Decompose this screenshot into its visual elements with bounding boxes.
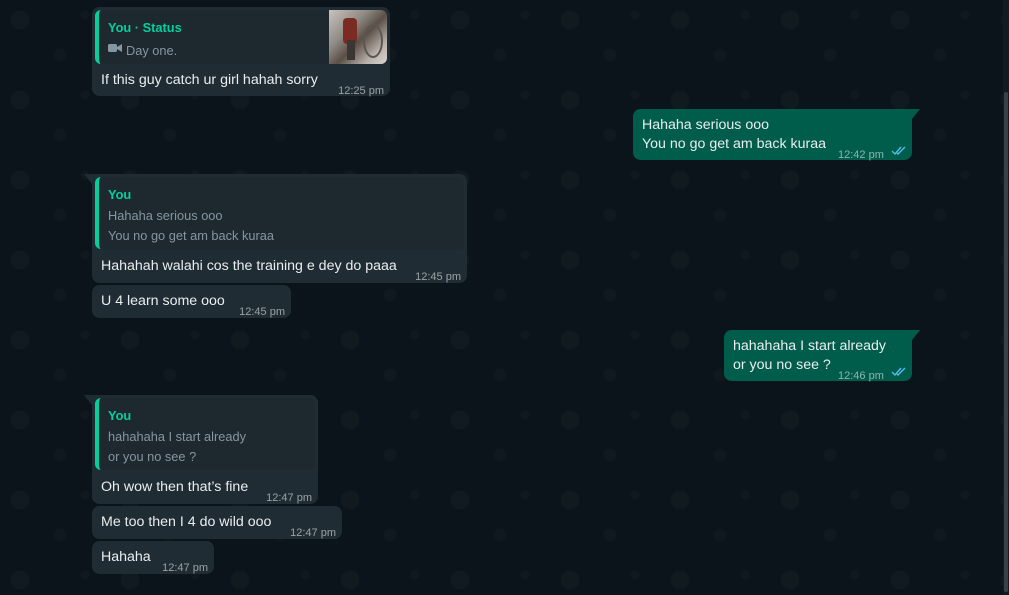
message-text: Oh wow then that’s fine — [101, 479, 249, 495]
quoted-text-line: hahahaha I start already — [108, 429, 247, 444]
quoted-text-line: or you no see ? — [108, 449, 197, 464]
quoted-message-preview[interactable]: You hahahaha I start already or you no s… — [95, 398, 315, 470]
message-text-line: or you no see ? — [733, 357, 831, 373]
message-text-line: hahahaha I start already — [733, 338, 887, 354]
message-text: Hahaha — [101, 549, 151, 565]
chat-conversation-panel: You · Status Day one. If this guy catch … — [0, 0, 1009, 595]
message-text: If this guy catch ur girl hahah sorry — [101, 72, 318, 88]
message-bubble-incoming[interactable]: U 4 learn some ooo 12:45 pm — [92, 285, 291, 318]
quoted-message-preview[interactable]: You Hahaha serious ooo You no go get am … — [95, 177, 464, 249]
message-text-line: You no go get am back kuraa — [642, 136, 827, 152]
message-time: 12:47 pm — [162, 562, 208, 574]
message-bubble-incoming[interactable]: Hahaha 12:47 pm — [92, 541, 214, 574]
message-time: 12:45 pm — [239, 306, 285, 318]
message-time: 12:47 pm — [290, 527, 336, 539]
message-time: 12:46 pm — [838, 370, 884, 382]
quoted-text-line: You no go get am back kuraa — [108, 228, 275, 243]
quoted-author: You — [108, 187, 132, 202]
status-thumbnail-image — [329, 10, 387, 64]
message-text: Me too then I 4 do wild ooo — [101, 514, 272, 530]
message-time: 12:45 pm — [415, 271, 461, 283]
message-bubble-incoming[interactable]: You Hahaha serious ooo You no go get am … — [84, 174, 467, 283]
scrollbar-track[interactable] — [1003, 0, 1009, 595]
quoted-media-caption: Day one. — [126, 43, 178, 58]
read-double-tick-icon — [891, 146, 906, 156]
message-text: Hahahah walahi cos the training e dey do… — [101, 258, 397, 274]
quoted-status-preview[interactable]: You · Status Day one. — [95, 10, 387, 64]
message-bubble-incoming[interactable]: Me too then I 4 do wild ooo 12:47 pm — [92, 506, 342, 539]
message-bubble-outgoing[interactable]: hahahaha I start already or you no see ?… — [724, 330, 920, 382]
quoted-author: You · Status — [108, 20, 182, 35]
message-time: 12:42 pm — [838, 149, 884, 161]
message-bubble-outgoing[interactable]: Hahaha serious ooo You no go get am back… — [633, 109, 920, 161]
video-camera-icon — [108, 44, 122, 52]
read-double-tick-icon — [891, 367, 906, 377]
message-text-line: Hahaha serious ooo — [642, 117, 769, 133]
message-bubble-incoming[interactable]: You hahahaha I start already or you no s… — [84, 395, 318, 504]
quoted-text-line: Hahaha serious ooo — [108, 208, 223, 223]
message-text: U 4 learn some ooo — [101, 293, 225, 309]
quoted-author: You — [108, 408, 132, 423]
scrollbar-thumb[interactable] — [1004, 92, 1008, 592]
message-time: 12:25 pm — [338, 85, 384, 97]
message-bubble-incoming[interactable]: You · Status Day one. If this guy catch … — [92, 7, 390, 97]
